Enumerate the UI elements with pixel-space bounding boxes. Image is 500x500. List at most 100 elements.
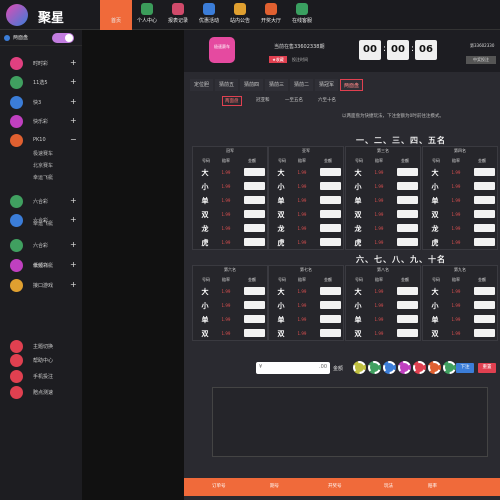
sidebar-item-11[interactable]: 帮助中心 [0,353,82,367]
amount-input[interactable] [474,210,495,218]
amount-input[interactable] [397,182,418,190]
amount-input[interactable] [397,315,418,323]
amount-input[interactable] [397,224,418,232]
tab-0[interactable]: 定位胆 [190,79,213,91]
subtab-3[interactable]: 六至十名 [318,96,336,106]
sidebar-subitem[interactable]: 幸运飞艇 [33,174,53,181]
expand-icon[interactable]: + [70,260,77,269]
tab-5[interactable]: 猜冠军 [315,79,338,91]
amount-input[interactable] [320,224,341,232]
amount-input[interactable] [244,287,265,295]
sidebar-item-13[interactable]: 赔点测速 [0,385,82,399]
amount-input[interactable] [397,196,418,204]
amount-input[interactable] [320,301,341,309]
chip-2[interactable] [383,361,396,374]
win-bet-button[interactable]: 中奖投注 [466,56,496,64]
amount-input[interactable] [320,329,341,337]
amount-input[interactable] [244,210,265,218]
bet-notes-textarea[interactable] [212,387,488,457]
amount-input[interactable] [320,182,341,190]
sidebar-item-7[interactable]: 六合彩 + [0,238,82,252]
chip-0[interactable] [353,361,366,374]
expand-icon[interactable]: + [70,280,77,289]
amount-input[interactable] [244,315,265,323]
amount-input[interactable] [244,168,265,176]
sidebar-item-9[interactable]: 接口游戏 + [0,278,82,292]
nav-item-2[interactable]: 报表记录 [162,0,194,30]
chip-1[interactable] [368,361,381,374]
amount-input[interactable] [397,301,418,309]
amount-input[interactable] [397,210,418,218]
amount-input[interactable] [397,238,418,246]
nav-item-3[interactable]: 优惠活动 [193,0,225,30]
amount-input[interactable] [474,196,495,204]
amount-input[interactable] [320,238,341,246]
sidebar-subitem[interactable]: 幸运飞艇 [33,220,53,227]
tab-3[interactable]: 猜前三 [265,79,288,91]
amount-input[interactable] [474,287,495,295]
amount-input[interactable] [244,196,265,204]
sidebar-item-2[interactable]: 快3 + [0,95,82,109]
amount-input[interactable] [474,224,495,232]
sidebar-item-10[interactable]: 主题切换 [0,339,82,353]
sidebar-subitem[interactable]: 极速赛车 [33,150,53,157]
amount-input[interactable] [320,168,341,176]
sidebar-item-1[interactable]: 11选5 + [0,75,82,89]
submit-bet-button[interactable]: 下注 [456,363,474,373]
subtab-1[interactable]: 冠亚和 [256,96,270,106]
tab-6[interactable]: 两面盘 [340,79,363,91]
nav-item-0[interactable]: 首页 [100,0,132,30]
amount-input[interactable] [474,315,495,323]
amount-input[interactable] [397,287,418,295]
amount-input[interactable] [474,301,495,309]
tab-4[interactable]: 猜前二 [290,79,313,91]
expand-icon[interactable]: + [70,77,77,86]
bet-amount-input[interactable]: ¥ .00 [256,362,330,374]
nav-item-4[interactable]: 站内公告 [224,0,256,30]
amount-input[interactable] [320,287,341,295]
sidebar-mode-switch[interactable]: 两面盘 [0,30,82,46]
expand-icon[interactable]: + [70,196,77,205]
favorite-button[interactable]: ★收藏 [269,56,287,63]
amount-input[interactable] [397,168,418,176]
amount-input[interactable] [474,238,495,246]
sidebar-item-4[interactable]: PK10 − [0,133,82,147]
expand-icon[interactable]: + [70,240,77,249]
mode-toggle[interactable] [52,33,74,43]
amount-input[interactable] [320,196,341,204]
amount-input[interactable] [244,329,265,337]
expand-icon[interactable]: + [70,97,77,106]
subtab-0[interactable]: 两面盘 [222,96,242,106]
amount-input[interactable] [244,182,265,190]
nav-item-5[interactable]: 开奖大厅 [255,0,287,30]
sidebar-item-0[interactable]: 时时彩 + [0,56,82,70]
nav-item-1[interactable]: 个人中心 [131,0,163,30]
amount-input[interactable] [244,238,265,246]
expand-icon[interactable]: + [70,215,77,224]
expand-icon[interactable]: + [70,58,77,67]
chip-3[interactable] [398,361,411,374]
tab-2[interactable]: 猜前四 [240,79,263,91]
sidebar-item-12[interactable]: 手机投注 [0,369,82,383]
sidebar-item-3[interactable]: 快乐彩 + [0,114,82,128]
amount-input[interactable] [244,301,265,309]
amount-input[interactable] [474,329,495,337]
sidebar-item-5[interactable]: 六合彩 + [0,194,82,208]
sidebar-subitem[interactable]: 北京赛车 [33,162,53,169]
amount-input[interactable] [397,329,418,337]
amount-input[interactable] [320,315,341,323]
chip-6[interactable] [443,361,456,374]
amount-input[interactable] [474,182,495,190]
sidebar-subitem[interactable]: 幸运飞艇 [33,262,53,269]
amount-input[interactable] [244,224,265,232]
nav-item-6[interactable]: 在线客服 [286,0,318,30]
amount-input[interactable] [474,168,495,176]
chip-5[interactable] [428,361,441,374]
expand-icon[interactable]: + [70,116,77,125]
reset-button[interactable]: 重置 [478,363,496,373]
amount-input[interactable] [320,210,341,218]
subtab-2[interactable]: 一至五名 [285,96,303,106]
chip-4[interactable] [413,361,426,374]
expand-icon[interactable]: − [70,135,77,144]
tab-1[interactable]: 猜前五 [215,79,238,91]
